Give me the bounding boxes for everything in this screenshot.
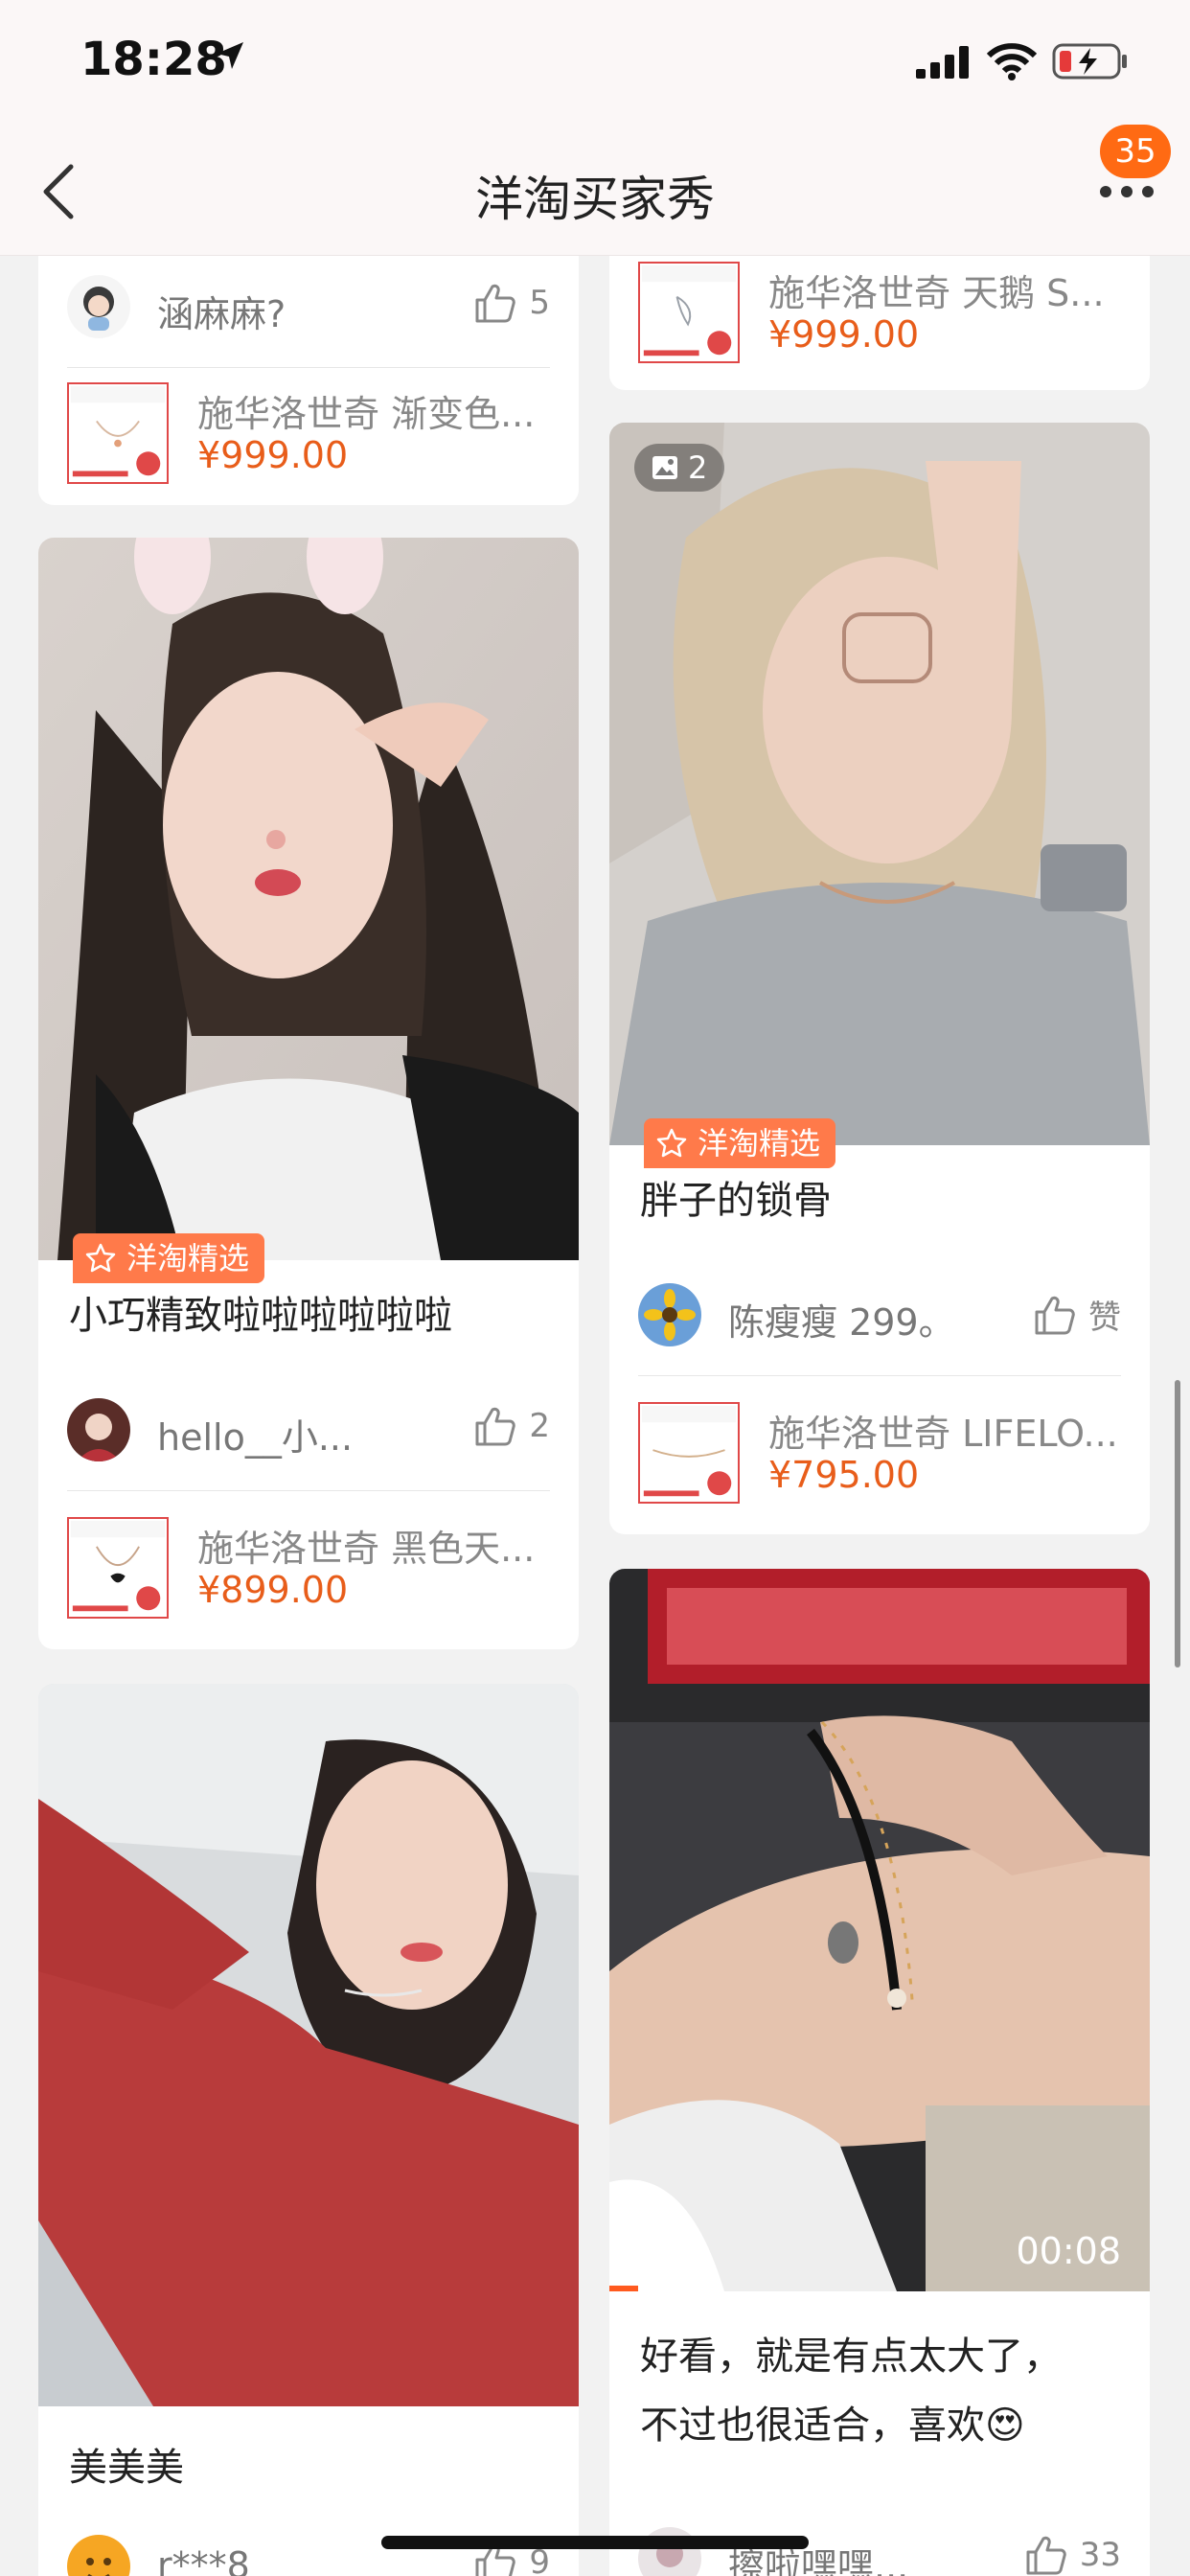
product-name[interactable]: 施华洛世奇 黑色天... — [197, 1519, 535, 1572]
post-card[interactable]: 施华洛世奇 天鹅 S... ¥999.00 — [609, 256, 1150, 390]
linked-product[interactable]: 施华洛世奇 LIFELO... ¥795.00 — [638, 1402, 1121, 1507]
status-time: 18:28 — [80, 33, 227, 86]
divider — [67, 1490, 550, 1491]
user-name[interactable]: 涵麻麻? — [157, 285, 286, 337]
product-price: ¥795.00 — [768, 1454, 920, 1496]
thumb-up-icon — [475, 1407, 516, 1446]
post-title-line-2[interactable]: 不过也很适合，喜欢😍 — [640, 2391, 1121, 2460]
navigation-bar: 洋淘买家秀 — [0, 134, 1190, 256]
post-author-row[interactable]: 擦啦嘿嘿... 33 — [638, 2527, 1121, 2576]
product-thumbnail[interactable] — [638, 262, 740, 363]
post-author-row[interactable]: hello__小... 2 — [67, 1398, 550, 1465]
location-arrow-icon — [217, 42, 243, 69]
product-price: ¥999.00 — [197, 434, 349, 476]
video-duration: 00:08 — [1016, 2230, 1121, 2272]
post-card[interactable]: 00:08 好看，就是有点太大了， 不过也很适合，喜欢😍 擦啦嘿嘿... 33 — [609, 1569, 1150, 2576]
post-card[interactable]: 2 洋淘精选 胖子的锁骨 陈瘦瘦 299。 赞 施华洛世奇 LIFELO... … — [609, 423, 1150, 1534]
user-avatar[interactable] — [638, 2527, 701, 2576]
wifi-icon — [987, 43, 1037, 80]
like-label: 赞 — [1088, 1299, 1121, 1337]
product-thumbnail[interactable] — [67, 382, 169, 484]
like-button[interactable]: 2 — [473, 1406, 550, 1446]
linked-product[interactable]: 施华洛世奇 黑色天... ¥899.00 — [67, 1517, 550, 1622]
linked-product[interactable]: 施华洛世奇 天鹅 S... ¥999.00 — [638, 262, 1121, 367]
message-count-badge: 35 — [1100, 125, 1171, 178]
post-photo[interactable] — [38, 538, 579, 1260]
post-title[interactable]: 小巧精致啦啦啦啦啦啦 — [69, 1285, 550, 1346]
like-count: 5 — [529, 284, 550, 322]
user-name[interactable]: r***8 — [157, 2544, 250, 2576]
like-count: 2 — [529, 1407, 550, 1445]
thumb-up-icon — [475, 284, 516, 323]
image-count: 2 — [688, 449, 708, 486]
product-name[interactable]: 施华洛世奇 LIFELO... — [768, 1404, 1118, 1457]
like-button[interactable]: 33 — [1024, 2535, 1121, 2575]
featured-tag-label: 洋淘精选 — [698, 1125, 821, 1162]
user-avatar[interactable] — [67, 2535, 130, 2576]
post-photo[interactable] — [609, 423, 1150, 1145]
like-button[interactable]: 5 — [473, 283, 550, 323]
post-title-line-1[interactable]: 好看，就是有点太大了， — [640, 2322, 1121, 2391]
status-bar: 18:28 — [0, 0, 1190, 134]
thumb-up-icon — [1026, 2536, 1066, 2575]
image-count-badge: 2 — [634, 444, 725, 492]
product-price: ¥899.00 — [197, 1569, 349, 1611]
post-card[interactable]: 美美美 r***8 9 — [38, 1684, 579, 2576]
star-badge-icon — [85, 1243, 116, 1273]
divider — [67, 367, 550, 368]
post-title[interactable]: 美美美 — [69, 2437, 550, 2498]
image-icon — [652, 456, 677, 479]
product-price: ¥999.00 — [768, 313, 920, 356]
product-name[interactable]: 施华洛世奇 天鹅 S... — [768, 264, 1105, 316]
product-thumbnail[interactable] — [638, 1402, 740, 1504]
product-name[interactable]: 施华洛世奇 渐变色... — [197, 384, 535, 437]
cellular-signal-icon — [916, 46, 969, 79]
post-video-thumbnail[interactable] — [609, 1569, 1150, 2291]
user-name[interactable]: 陈瘦瘦 299。 — [728, 1293, 955, 1346]
post-card[interactable]: 洋淘精选 小巧精致啦啦啦啦啦啦 hello__小... 2 施华洛世奇 黑色天.… — [38, 538, 579, 1649]
linked-product[interactable]: 施华洛世奇 渐变色... ¥999.00 — [67, 382, 550, 488]
home-indicator[interactable] — [381, 2536, 809, 2549]
post-card[interactable]: 涵麻麻? 5 施华洛世奇 渐变色... ¥999.00 — [38, 256, 579, 505]
user-avatar[interactable] — [638, 1283, 701, 1346]
thumb-up-icon — [1035, 1296, 1075, 1334]
more-options-icon[interactable] — [1098, 182, 1156, 201]
post-author-row[interactable]: 涵麻麻? 5 — [67, 275, 550, 342]
like-count: 33 — [1079, 2536, 1121, 2574]
post-author-row[interactable]: 陈瘦瘦 299。 赞 — [638, 1283, 1121, 1350]
featured-tag: 洋淘精选 — [644, 1118, 836, 1168]
star-badge-icon — [656, 1128, 687, 1158]
user-avatar[interactable] — [67, 1398, 130, 1461]
featured-tag: 洋淘精选 — [73, 1233, 265, 1283]
divider — [638, 1375, 1121, 1376]
product-thumbnail[interactable] — [67, 1517, 169, 1619]
featured-tag-label: 洋淘精选 — [126, 1240, 250, 1276]
battery-charging-icon — [1052, 43, 1127, 80]
feed: 涵麻麻? 5 施华洛世奇 渐变色... ¥999.00 施华洛世奇 天鹅 S..… — [0, 256, 1190, 2576]
user-avatar[interactable] — [67, 275, 130, 338]
like-button[interactable]: 赞 — [1033, 1291, 1121, 1338]
user-name[interactable]: hello__小... — [157, 1408, 353, 1460]
page-title: 洋淘买家秀 — [475, 172, 715, 227]
post-title[interactable]: 胖子的锁骨 — [640, 1170, 1121, 1231]
scrollbar[interactable] — [1175, 1380, 1180, 1668]
post-photo[interactable] — [38, 1684, 579, 2406]
